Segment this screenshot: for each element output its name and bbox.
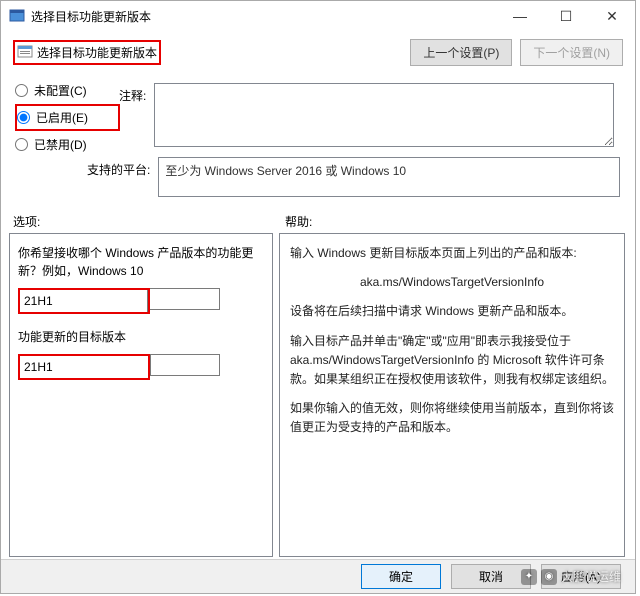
policy-title: 选择目标功能更新版本 — [37, 44, 157, 61]
target-version-input[interactable] — [20, 356, 148, 378]
radio-enabled-label: 已启用(E) — [36, 109, 88, 126]
help-p3: 输入目标产品并单击"确定"或"应用"即表示我接受位于 aka.ms/Window… — [290, 332, 614, 390]
highlighted-enabled-box: 已启用(E) — [15, 104, 120, 131]
radio-disabled-label: 已禁用(D) — [34, 136, 87, 153]
platform-row: 支持的平台: 至少为 Windows Server 2016 或 Windows… — [87, 157, 620, 197]
radio-enabled[interactable]: 已启用(E) — [17, 107, 88, 128]
watermark-icon: ✦ — [521, 569, 537, 585]
close-button[interactable]: ✕ — [589, 1, 635, 31]
radio-not-configured-label: 未配置(C) — [34, 82, 87, 99]
watermark: ✦ ◉ 大鹏说运维 — [521, 568, 621, 585]
policy-icon — [17, 44, 33, 60]
options-header: 选项: — [13, 213, 40, 230]
product-question: 你希望接收哪个 Windows 产品版本的功能更新？例如，Windows 10 — [18, 244, 264, 280]
titlebar: 选择目标功能更新版本 — ☐ ✕ — [1, 1, 635, 31]
radio-disabled-input[interactable] — [15, 138, 28, 151]
next-setting-button: 下一个设置(N) — [520, 39, 623, 66]
target-version-input-tail[interactable] — [150, 354, 220, 376]
highlighted-title-box: 选择目标功能更新版本 — [13, 40, 161, 65]
comment-row: 注释: — [119, 83, 614, 147]
options-pane: 你希望接收哪个 Windows 产品版本的功能更新？例如，Windows 10 … — [9, 233, 273, 557]
cancel-button[interactable]: 取消 — [451, 564, 531, 589]
help-p2: 设备将在后续扫描中请求 Windows 更新产品和版本。 — [290, 302, 614, 321]
platform-value: 至少为 Windows Server 2016 或 Windows 10 — [165, 164, 406, 178]
window-controls: — ☐ ✕ — [497, 1, 635, 31]
comment-label: 注释: — [119, 83, 146, 104]
help-p1: 输入 Windows 更新目标版本页面上列出的产品和版本: — [290, 244, 614, 263]
help-header: 帮助: — [285, 213, 312, 230]
platform-value-box: 至少为 Windows Server 2016 或 Windows 10 — [158, 157, 620, 197]
watermark-avatar-icon: ◉ — [541, 569, 557, 585]
topbar: 选择目标功能更新版本 上一个设置(P) 下一个设置(N) — [1, 31, 635, 73]
window-title: 选择目标功能更新版本 — [31, 8, 497, 25]
radio-enabled-input[interactable] — [17, 111, 30, 124]
target-version-label: 功能更新的目标版本 — [18, 328, 264, 346]
ok-button[interactable]: 确定 — [361, 564, 441, 589]
watermark-text: 大鹏说运维 — [561, 568, 621, 585]
help-pane: 输入 Windows 更新目标版本页面上列出的产品和版本: aka.ms/Win… — [279, 233, 625, 557]
lower-panes: 你希望接收哪个 Windows 产品版本的功能更新？例如，Windows 10 … — [9, 233, 625, 557]
dialog-window: 选择目标功能更新版本 — ☐ ✕ 选择目标功能更新版本 上一个设置(P) 下一个… — [0, 0, 636, 594]
platform-label: 支持的平台: — [87, 157, 150, 178]
radio-not-configured-input[interactable] — [15, 84, 28, 97]
minimize-button[interactable]: — — [497, 1, 543, 31]
help-p4: 如果你输入的值无效，则你将继续使用当前版本，直到你将该值更正为受支持的产品和版本… — [290, 399, 614, 437]
comment-textarea[interactable] — [154, 83, 614, 147]
help-link: aka.ms/WindowsTargetVersionInfo — [290, 273, 614, 292]
maximize-button[interactable]: ☐ — [543, 1, 589, 31]
app-icon — [9, 8, 25, 24]
product-version-input[interactable] — [20, 290, 148, 312]
previous-setting-button[interactable]: 上一个设置(P) — [410, 39, 512, 66]
product-version-input-tail[interactable] — [150, 288, 220, 310]
